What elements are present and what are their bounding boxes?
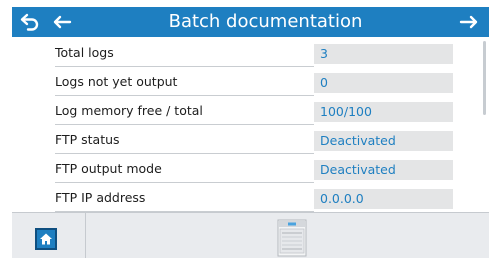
back-button[interactable] — [14, 7, 46, 37]
header-bar: Batch documentation — [12, 7, 489, 37]
arrow-right-icon — [459, 15, 478, 29]
list-item-total-logs: Total logs 3 — [12, 41, 482, 70]
footer-divider — [85, 213, 86, 258]
row-label: Log memory free / total — [55, 103, 203, 118]
footer-bar — [12, 212, 489, 258]
row-label: FTP IP address — [55, 190, 146, 205]
list-item-ftp-status[interactable]: FTP status Deactivated — [12, 128, 482, 157]
row-label: FTP status — [55, 132, 120, 147]
row-divider — [55, 66, 314, 67]
device-status[interactable] — [277, 219, 307, 257]
list-item-ftp-output-mode[interactable]: FTP output mode Deactivated — [12, 157, 482, 186]
row-value[interactable]: Deactivated — [314, 160, 453, 180]
row-value[interactable]: Deactivated — [314, 131, 453, 151]
row-label: FTP output mode — [55, 161, 162, 176]
scrollbar[interactable] — [483, 41, 486, 115]
list-item-logs-not-output: Logs not yet output 0 — [12, 70, 482, 99]
previous-button[interactable] — [46, 7, 78, 37]
washer-disinfector-icon — [277, 219, 307, 257]
documentation-list[interactable]: Total logs 3 Logs not yet output 0 Log m… — [12, 37, 489, 212]
row-divider — [55, 153, 314, 154]
page-title: Batch documentation — [168, 11, 363, 32]
home-icon — [40, 233, 52, 245]
row-label: Total logs — [55, 45, 114, 60]
back-return-icon — [20, 13, 39, 31]
row-value: 100/100 — [314, 102, 453, 122]
next-button[interactable] — [453, 7, 485, 37]
row-value: 3 — [314, 44, 453, 64]
list-item-log-memory: Log memory free / total 100/100 — [12, 99, 482, 128]
list-item-ftp-ip-address[interactable]: FTP IP address 0.0.0.0 — [12, 186, 482, 212]
row-divider — [55, 124, 314, 125]
row-label: Logs not yet output — [55, 74, 178, 89]
arrow-left-icon — [53, 15, 72, 29]
app-window: Batch documentation Total logs 3 Logs no… — [12, 7, 489, 258]
home-button[interactable] — [35, 228, 57, 250]
row-divider — [55, 182, 314, 183]
row-value: 0 — [314, 73, 453, 93]
row-divider — [55, 95, 314, 96]
row-value[interactable]: 0.0.0.0 — [314, 189, 453, 209]
